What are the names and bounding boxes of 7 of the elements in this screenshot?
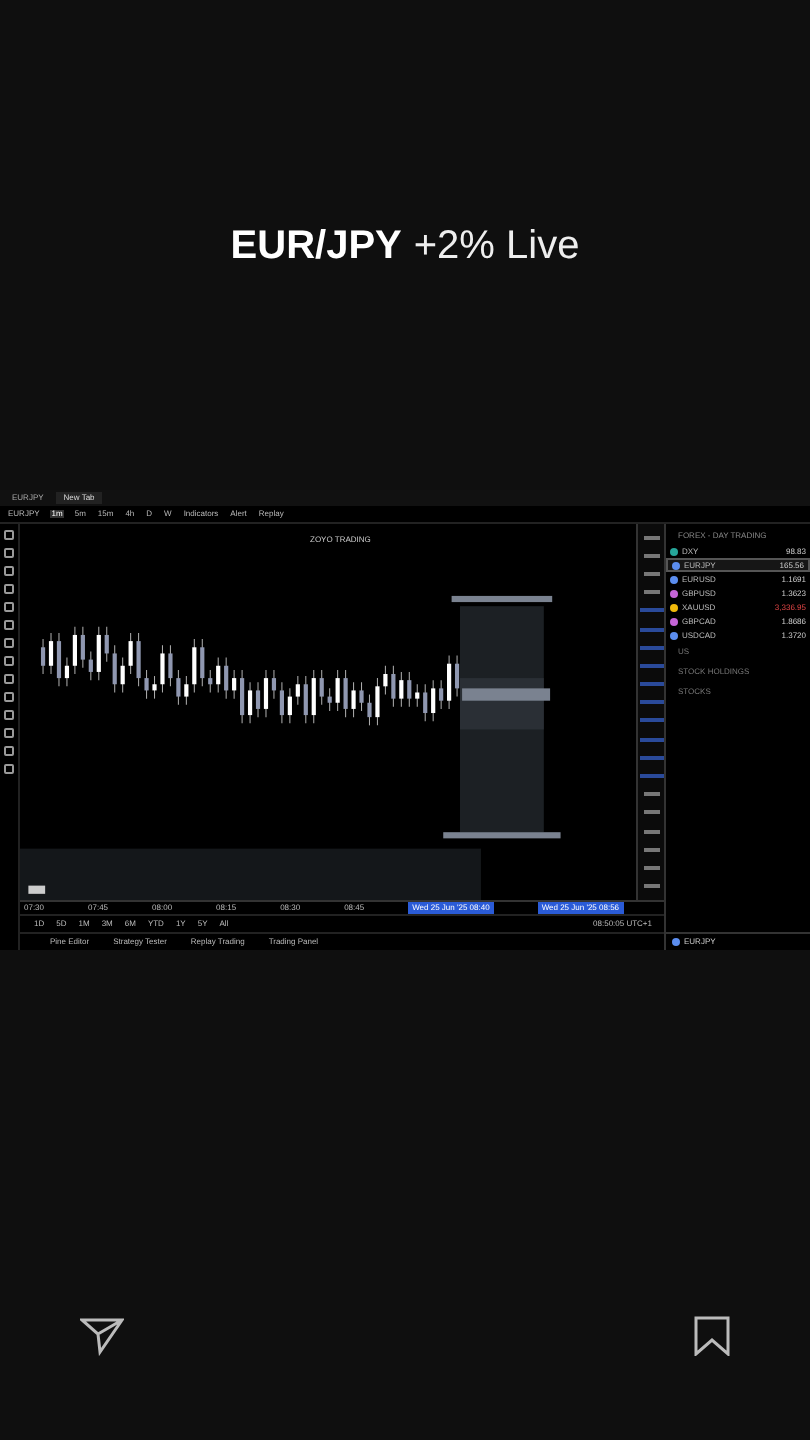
position-tool-drawing[interactable] [443,595,561,839]
bookmark-icon[interactable] [694,1316,730,1356]
send-icon[interactable] [80,1316,124,1356]
video-subtitle: +2% Live [413,221,580,271]
logo-icon [28,885,46,894]
video-title: EUR/JPY [230,221,402,271]
symbol-icon [672,938,680,946]
